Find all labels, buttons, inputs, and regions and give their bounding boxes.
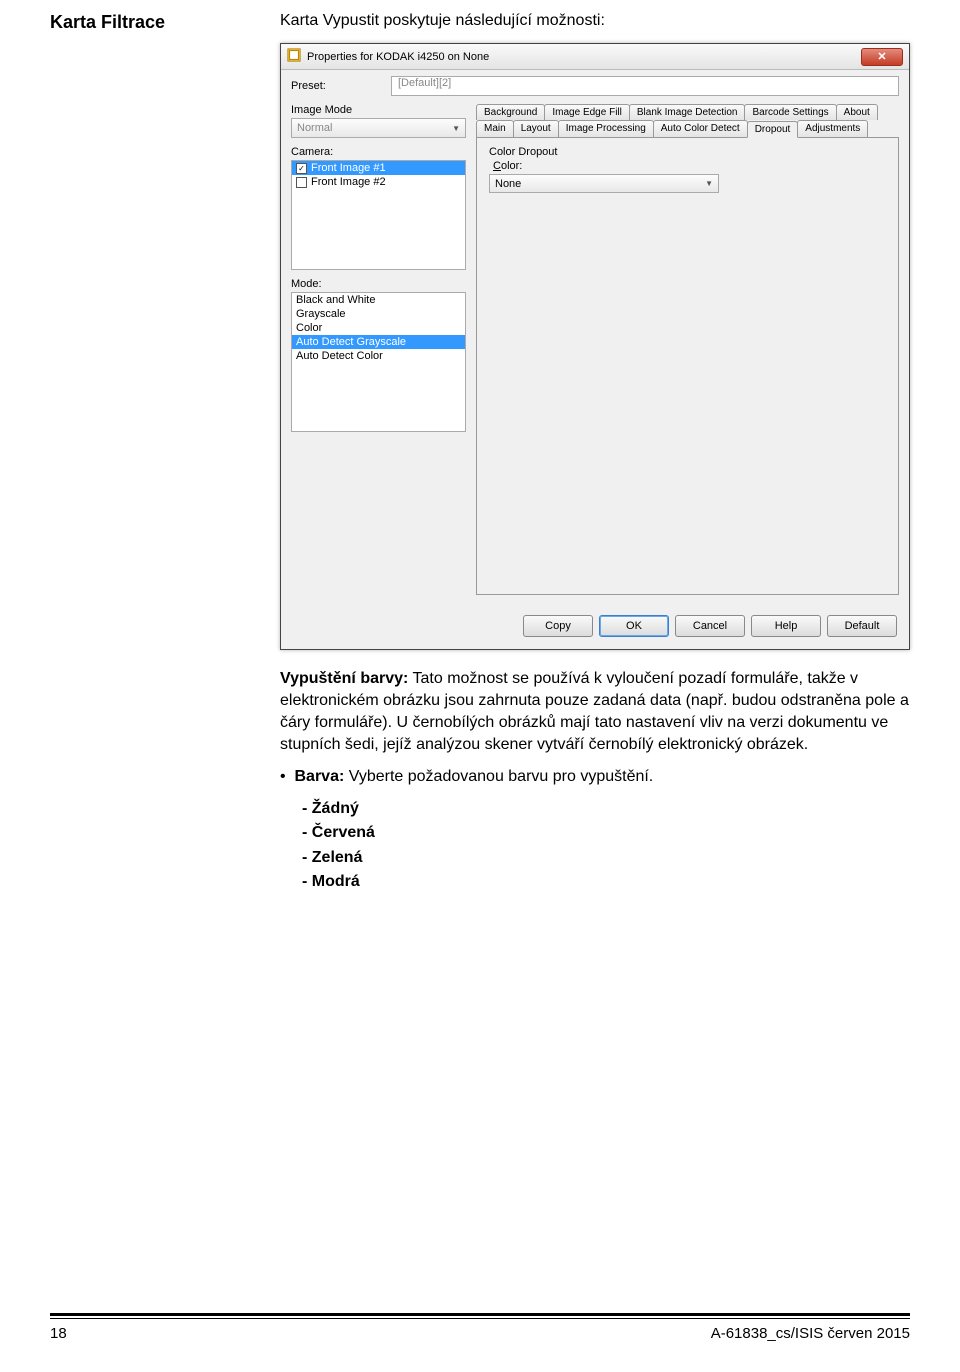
list-item-label: Auto Detect Grayscale: [296, 336, 406, 348]
checkbox-icon: [296, 177, 307, 188]
tab-dropout[interactable]: Dropout: [747, 121, 799, 138]
tab-auto-color-detect[interactable]: Auto Color Detect: [653, 120, 748, 137]
dialog-button-row: Copy OK Cancel Help Default: [281, 605, 909, 649]
list-item: Červená: [302, 822, 910, 844]
ok-button[interactable]: OK: [599, 615, 669, 637]
page-number: 18: [50, 1325, 67, 1342]
intro-text: Karta Vypustit poskytuje následující mož…: [280, 12, 910, 33]
list-item-label: Front Image #1: [311, 162, 386, 174]
list-item[interactable]: Black and White: [292, 293, 465, 307]
app-icon: [287, 48, 307, 65]
tab-image-processing[interactable]: Image Processing: [558, 120, 654, 137]
list-item: Žádný: [302, 798, 910, 820]
doc-body: Vypuštění barvy: Tato možnost se používá…: [280, 668, 910, 893]
mode-label: Mode:: [291, 278, 322, 290]
close-button[interactable]: ✕: [861, 48, 903, 66]
camera-listbox[interactable]: ✓ Front Image #1 Front Image #2: [291, 160, 466, 270]
section-title: Karta Filtrace: [50, 12, 280, 33]
tab-adjustments[interactable]: Adjustments: [797, 120, 868, 137]
image-mode-value: Normal: [297, 122, 332, 134]
color-option-list: Žádný Červená Zelená Modrá: [302, 798, 910, 892]
preset-label: Preset:: [291, 80, 391, 92]
tab-panel-dropout: Color Dropout Color: None ▼: [476, 137, 899, 595]
footer-right: A-61838_cs/ISIS červen 2015: [711, 1325, 910, 1342]
tab-barcode-settings[interactable]: Barcode Settings: [744, 104, 836, 120]
cancel-button[interactable]: Cancel: [675, 615, 745, 637]
tab-image-edge-fill[interactable]: Image Edge Fill: [544, 104, 629, 120]
tab-layout[interactable]: Layout: [513, 120, 559, 137]
list-item-label: Auto Detect Color: [296, 350, 383, 362]
list-item[interactable]: Grayscale: [292, 307, 465, 321]
tab-main[interactable]: Main: [476, 120, 514, 137]
list-item[interactable]: Auto Detect Color: [292, 349, 465, 363]
color-value: None: [495, 178, 521, 190]
tab-blank-image-detection[interactable]: Blank Image Detection: [629, 104, 746, 120]
list-item[interactable]: Color: [292, 321, 465, 335]
bullet-body: Vyberte požadovanou barvu pro vypuštění.: [344, 768, 653, 785]
default-button[interactable]: Default: [827, 615, 897, 637]
camera-label: Camera:: [291, 146, 333, 158]
image-mode-dropdown[interactable]: Normal ▼: [291, 118, 466, 138]
list-item[interactable]: ✓ Front Image #1: [292, 161, 465, 175]
list-item[interactable]: Front Image #2: [292, 175, 465, 189]
list-item[interactable]: Auto Detect Grayscale: [292, 335, 465, 349]
list-item-label: Grayscale: [296, 308, 346, 320]
list-item-label: Black and White: [296, 294, 375, 306]
list-item-label: Front Image #2: [311, 176, 386, 188]
list-item: Modrá: [302, 871, 910, 893]
tab-about[interactable]: About: [836, 104, 878, 120]
close-icon: ✕: [877, 50, 886, 63]
list-item: Zelená: [302, 847, 910, 869]
titlebar-text: Properties for KODAK i4250 on None: [307, 51, 861, 63]
list-item-label: Color: [296, 322, 322, 334]
color-label: Color:: [493, 160, 886, 172]
titlebar[interactable]: Properties for KODAK i4250 on None ✕: [281, 44, 909, 70]
mode-listbox[interactable]: Black and White Grayscale Color Auto Det…: [291, 292, 466, 432]
copy-button[interactable]: Copy: [523, 615, 593, 637]
color-dropout-label: Color Dropout: [489, 146, 886, 158]
page-footer: 18 A-61838_cs/ISIS červen 2015: [50, 1313, 910, 1342]
preset-input[interactable]: [Default][2]: [391, 76, 899, 96]
checkbox-icon: ✓: [296, 163, 307, 174]
bullet-lead: Barva:: [295, 768, 345, 785]
para-lead: Vypuštění barvy:: [280, 670, 408, 687]
image-mode-label: Image Mode: [291, 104, 352, 116]
color-dropdown[interactable]: None ▼: [489, 174, 719, 193]
tab-background[interactable]: Background: [476, 104, 545, 120]
chevron-down-icon: ▼: [705, 179, 713, 188]
chevron-down-icon: ▼: [452, 124, 460, 133]
properties-dialog: Properties for KODAK i4250 on None ✕ Pre…: [280, 43, 910, 650]
help-button[interactable]: Help: [751, 615, 821, 637]
